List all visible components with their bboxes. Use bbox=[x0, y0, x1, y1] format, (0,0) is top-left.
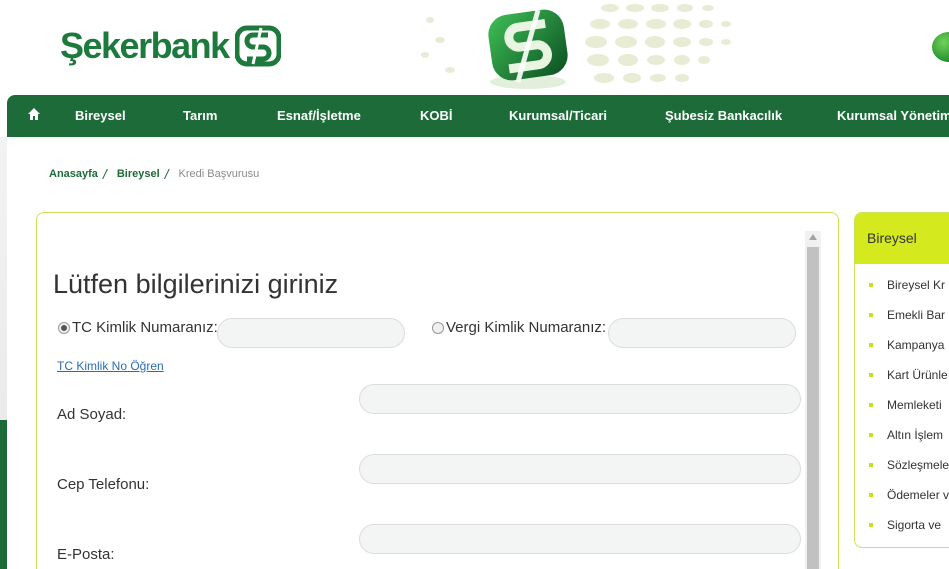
vergi-label: Vergi Kimlik Numaranız: bbox=[446, 319, 607, 336]
phone-label: Cep Telefonu: bbox=[57, 476, 150, 493]
sekerbank-3d-emblem-icon bbox=[488, 9, 568, 89]
breadcrumb-separator: / bbox=[164, 166, 169, 182]
vergi-option[interactable]: Vergi Kimlik Numaranız: bbox=[432, 319, 606, 336]
nav-item-tarim[interactable]: Tarım bbox=[183, 95, 217, 137]
sidebar-item[interactable]: Memleketi bbox=[855, 390, 949, 420]
header-green-button[interactable] bbox=[932, 32, 949, 62]
scroll-up-arrow-icon[interactable] bbox=[809, 234, 817, 240]
name-input[interactable] bbox=[359, 384, 801, 414]
sidebar-item[interactable]: Emekli Bar bbox=[855, 300, 949, 330]
nav-item-kurumsal-yonetim[interactable]: Kurumsal Yönetim bbox=[837, 95, 949, 137]
sidebar-list: Bireysel Kr Emekli Bar Kampanya Kart Ürü… bbox=[855, 264, 949, 540]
breadcrumb-separator: / bbox=[102, 166, 107, 182]
tc-label: TC Kimlik Numaranız: bbox=[72, 319, 218, 336]
sidebar-item[interactable]: Ödemeler v bbox=[855, 480, 949, 510]
sidebar-item[interactable]: Altın İşlem bbox=[855, 420, 949, 450]
email-input[interactable] bbox=[359, 524, 801, 554]
vergi-input[interactable] bbox=[608, 318, 796, 348]
nav-item-kurumsal-ticari[interactable]: Kurumsal/Ticari bbox=[509, 95, 607, 137]
sidebar-item[interactable]: Kampanya bbox=[855, 330, 949, 360]
breadcrumb: Anasayfa / Bireysel / Kredi Başvurusu bbox=[49, 166, 259, 182]
name-label: Ad Soyad: bbox=[57, 406, 127, 423]
nav-item-subesiz[interactable]: Şubesiz Bankacılık bbox=[665, 95, 782, 137]
sekerbank-logo[interactable]: Şekerbank bbox=[60, 24, 281, 68]
sidebar-title: Bireysel bbox=[855, 213, 949, 264]
sekerbank-s-mark-icon bbox=[234, 25, 281, 67]
sidebar-item[interactable]: Sözleşmele bbox=[855, 450, 949, 480]
nav-item-bireysel[interactable]: Bireysel bbox=[75, 95, 126, 137]
sidebar-item[interactable]: Sigorta ve bbox=[855, 510, 949, 540]
breadcrumb-current: Kredi Başvurusu bbox=[178, 168, 260, 180]
sidebar-item[interactable]: Bireysel Kr bbox=[855, 270, 949, 300]
nav-item-kobi[interactable]: KOBİ bbox=[420, 95, 453, 137]
phone-input[interactable] bbox=[359, 454, 801, 484]
email-label: E-Posta: bbox=[57, 546, 115, 563]
breadcrumb-home[interactable]: Anasayfa bbox=[49, 168, 98, 180]
scroll-thumb[interactable] bbox=[807, 247, 819, 569]
tc-input[interactable] bbox=[217, 318, 405, 348]
tc-option[interactable]: TC Kimlik Numaranız: bbox=[58, 319, 218, 336]
home-icon[interactable] bbox=[27, 107, 41, 121]
breadcrumb-section[interactable]: Bireysel bbox=[117, 168, 160, 180]
tc-learn-link[interactable]: TC Kimlik No Öğren bbox=[57, 359, 164, 373]
nav-item-esnaf[interactable]: Esnaf/İşletme bbox=[277, 95, 361, 137]
form-title: Lütfen bilgilerinizi giriniz bbox=[53, 269, 339, 299]
site-header: Şekerbank bbox=[0, 0, 949, 95]
vergi-radio[interactable] bbox=[432, 321, 444, 334]
main-nav: Bireysel Tarım Esnaf/İşletme KOBİ Kurums… bbox=[7, 95, 949, 137]
sidebar-item[interactable]: Kart Ürünle bbox=[855, 360, 949, 390]
tc-radio[interactable] bbox=[58, 321, 70, 334]
form-scrollbar[interactable] bbox=[805, 231, 821, 569]
sidebar-panel: Bireysel Bireysel Kr Emekli Bar Kampanya… bbox=[854, 212, 949, 548]
application-form-card: Lütfen bilgilerinizi giriniz TC Kimlik N… bbox=[36, 212, 839, 569]
logo-text: Şekerbank bbox=[60, 25, 230, 66]
left-edge-green bbox=[0, 420, 7, 569]
